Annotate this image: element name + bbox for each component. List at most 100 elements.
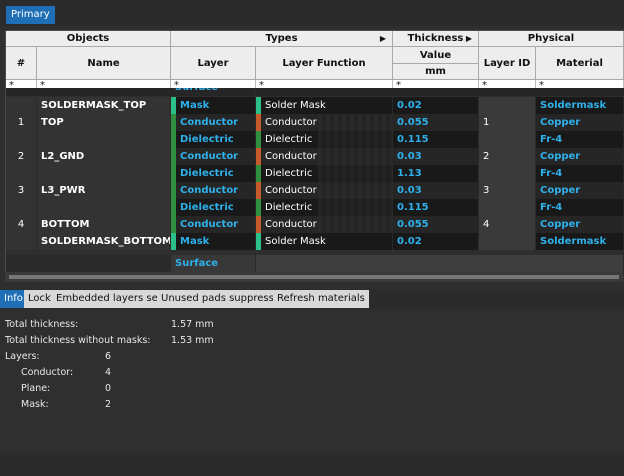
row-layer-id[interactable] — [479, 131, 536, 148]
row-layer-function[interactable]: Conductor — [256, 148, 393, 165]
table-row[interactable]: SOLDERMASK_BOTTOM Mask Solder Mask 0.02 Sold… — [6, 233, 624, 250]
table-row[interactable]: Dielectric Dielectric 1.13 Fr-4 — [6, 165, 624, 182]
row-material[interactable]: Copper — [536, 216, 624, 233]
row-material[interactable]: Copper — [536, 114, 624, 131]
row-layer[interactable]: Conductor — [171, 216, 256, 233]
row-name[interactable]: BOTTOM — [37, 216, 171, 233]
row-layer-function[interactable]: Solder Mask — [256, 97, 393, 114]
scrollbar-thumb[interactable] — [9, 275, 619, 279]
table-row[interactable]: Dielectric Dielectric 0.115 Fr-4 — [6, 131, 624, 148]
pattern-fill — [318, 182, 392, 199]
row-layer-function[interactable]: Dielectric — [256, 199, 393, 216]
row-thickness[interactable]: 0.115 — [393, 199, 479, 216]
row-num[interactable] — [6, 131, 37, 148]
row-layer[interactable]: Conductor — [171, 148, 256, 165]
row-layer-function[interactable]: Conductor — [256, 182, 393, 199]
row-layer[interactable]: Dielectric — [171, 199, 256, 216]
row-layer-function[interactable]: Conductor — [256, 216, 393, 233]
row-material[interactable]: Copper — [536, 182, 624, 199]
row-num[interactable]: 1 — [6, 114, 37, 131]
header-objects[interactable]: Objects — [6, 31, 171, 47]
row-num[interactable] — [6, 199, 37, 216]
row-layer-function[interactable]: Dielectric — [256, 131, 393, 148]
header-material[interactable]: Material — [536, 47, 624, 80]
row-layer-id[interactable] — [479, 165, 536, 182]
row-layer-id[interactable]: 1 — [479, 114, 536, 131]
surface-row-top[interactable]: Surface — [6, 88, 624, 96]
header-name[interactable]: Name — [37, 47, 171, 80]
row-layer[interactable]: Conductor — [171, 182, 256, 199]
row-layer-function[interactable]: Conductor — [256, 114, 393, 131]
row-layer[interactable]: Conductor — [171, 114, 256, 131]
row-material[interactable]: Fr-4 — [536, 131, 624, 148]
horizontal-scrollbar[interactable] — [5, 272, 623, 282]
row-layer-function[interactable]: Dielectric — [256, 165, 393, 182]
row-num[interactable]: 4 — [6, 216, 37, 233]
table-row[interactable]: Dielectric Dielectric 0.115 Fr-4 — [6, 199, 624, 216]
row-name[interactable] — [37, 199, 171, 216]
header-physical[interactable]: Physical — [479, 31, 624, 47]
row-layer[interactable]: Mask — [171, 97, 256, 114]
row-layer-function[interactable]: Solder Mask — [256, 233, 393, 250]
row-layer[interactable]: Dielectric — [171, 165, 256, 182]
row-num[interactable]: 3 — [6, 182, 37, 199]
header-thickness[interactable]: Thickness ▶ — [393, 31, 479, 47]
expand-right-icon[interactable]: ▶ — [380, 34, 386, 43]
row-layer-id[interactable]: 2 — [479, 148, 536, 165]
row-thickness[interactable]: 0.055 — [393, 114, 479, 131]
row-layer-id[interactable]: 3 — [479, 182, 536, 199]
row-material[interactable]: Soldermask — [536, 97, 624, 114]
lock-button[interactable]: Lock — [24, 290, 55, 308]
row-material[interactable]: Fr-4 — [536, 165, 624, 182]
row-material[interactable]: Fr-4 — [536, 199, 624, 216]
row-num[interactable] — [6, 165, 37, 182]
table-row[interactable]: 4 BOTTOM Conductor Conductor 0.055 4 Copper — [6, 216, 624, 233]
row-material[interactable]: Copper — [536, 148, 624, 165]
header-types[interactable]: Types ▶ — [171, 31, 393, 47]
table-row[interactable]: 1 TOP Conductor Conductor 0.055 1 Copper — [6, 114, 624, 131]
table-row[interactable]: SOLDERMASK_TOP Mask Solder Mask 0.02 Solderm… — [6, 97, 624, 114]
refresh-materials-button[interactable]: Refresh materials — [273, 290, 369, 308]
row-thickness[interactable]: 0.02 — [393, 233, 479, 250]
row-layer-id[interactable] — [479, 97, 536, 114]
row-thickness[interactable]: 0.02 — [393, 97, 479, 114]
row-material[interactable]: Soldermask — [536, 233, 624, 250]
row-name[interactable]: SOLDERMASK_BOTTOM — [37, 233, 171, 250]
row-num[interactable]: 2 — [6, 148, 37, 165]
row-thickness[interactable]: 0.03 — [393, 182, 479, 199]
surface-row-bottom[interactable]: Surface — [6, 255, 624, 272]
row-name[interactable]: L2_GND — [37, 148, 171, 165]
table-row[interactable]: 2 L2_GND Conductor Conductor 0.03 2 Copper — [6, 148, 624, 165]
row-thickness[interactable]: 1.13 — [393, 165, 479, 182]
row-name-text: L2_GND — [41, 151, 85, 162]
row-thickness[interactable]: 0.055 — [393, 216, 479, 233]
header-unit[interactable]: mm — [393, 64, 479, 80]
row-layer[interactable]: Dielectric — [171, 131, 256, 148]
row-layer[interactable]: Mask — [171, 233, 256, 250]
row-name[interactable] — [37, 165, 171, 182]
row-num[interactable] — [6, 233, 37, 250]
header-value[interactable]: Value — [393, 47, 479, 64]
row-thickness[interactable]: 0.115 — [393, 131, 479, 148]
row-num[interactable] — [6, 97, 37, 114]
bottom-toolbar: Info Lock Embedded layers setup Unused p… — [0, 289, 624, 309]
tab-primary[interactable]: Primary — [6, 6, 55, 24]
header-num[interactable]: # — [6, 47, 37, 80]
row-name[interactable] — [37, 131, 171, 148]
row-name[interactable]: SOLDERMASK_TOP — [37, 97, 171, 114]
row-name[interactable]: L3_PWR — [37, 182, 171, 199]
info-button[interactable]: Info — [0, 290, 27, 308]
row-material-text: Soldermask — [540, 236, 607, 247]
header-layer-function[interactable]: Layer Function — [256, 47, 393, 80]
header-layer-id[interactable]: Layer ID — [479, 47, 536, 80]
row-thickness[interactable]: 0.03 — [393, 148, 479, 165]
row-layer-function-text: Dielectric — [265, 134, 313, 145]
row-layer-id[interactable] — [479, 233, 536, 250]
expand-right-icon[interactable]: ▶ — [466, 34, 472, 43]
table-row[interactable]: 3 L3_PWR Conductor Conductor 0.03 3 Copper — [6, 182, 624, 199]
layer-color-swatch — [171, 114, 176, 131]
row-name[interactable]: TOP — [37, 114, 171, 131]
row-layer-id[interactable] — [479, 199, 536, 216]
header-layer[interactable]: Layer — [171, 47, 256, 80]
row-layer-id[interactable]: 4 — [479, 216, 536, 233]
